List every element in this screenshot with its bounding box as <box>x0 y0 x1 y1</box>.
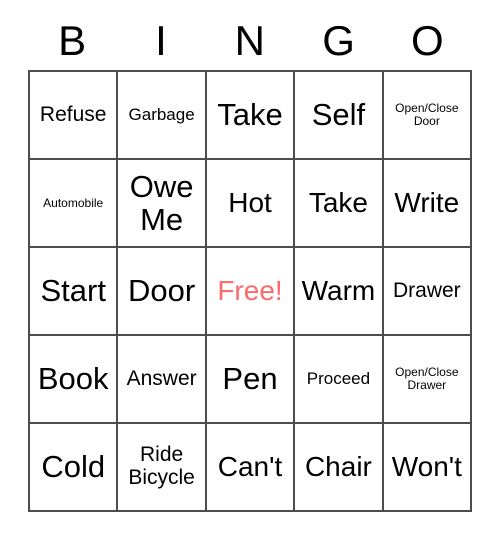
bingo-header-letter-o: O <box>411 17 445 64</box>
bingo-row: Automobile Owe Me Hot Take Write <box>30 160 473 248</box>
bingo-cell[interactable]: Won't <box>383 424 473 512</box>
bingo-grid: Refuse Garbage Take Self Open/Close Door… <box>28 70 473 512</box>
bingo-cell[interactable]: Proceed <box>295 336 384 424</box>
bingo-cell[interactable]: Start <box>30 248 119 336</box>
bingo-cell[interactable]: Cold <box>30 424 119 512</box>
bingo-row: Cold Ride Bicycle Can't Chair Won't <box>30 424 473 512</box>
bingo-cell[interactable]: Door <box>118 248 207 336</box>
bingo-cell[interactable]: Take <box>206 72 296 160</box>
bingo-cell[interactable]: Answer <box>118 336 207 424</box>
bingo-cell[interactable]: Ride Bicycle <box>118 424 207 512</box>
bingo-header-letter-i: I <box>155 17 168 64</box>
bingo-row: Start Door Free! Warm Drawer <box>30 248 473 336</box>
bingo-header-letter-b: B <box>58 17 87 64</box>
bingo-row: Refuse Garbage Take Self Open/Close Door <box>30 72 473 160</box>
bingo-cell[interactable]: Open/Close Door <box>383 72 473 160</box>
bingo-cell[interactable]: Self <box>295 72 384 160</box>
bingo-header-letter-g: G <box>322 17 356 64</box>
bingo-cell[interactable]: Warm <box>295 248 384 336</box>
bingo-cell[interactable]: Refuse <box>30 72 119 160</box>
bingo-cell[interactable]: Hot <box>206 160 296 248</box>
bingo-free-cell[interactable]: Free! <box>206 248 296 336</box>
bingo-cell[interactable]: Owe Me <box>118 160 207 248</box>
bingo-cell[interactable]: Chair <box>295 424 384 512</box>
bingo-cell[interactable]: Open/Close Drawer <box>383 336 473 424</box>
bingo-card: B I N G O Refuse Garbage Take Self Open/… <box>28 12 473 512</box>
bingo-cell[interactable]: Can't <box>206 424 296 512</box>
bingo-cell[interactable]: Garbage <box>118 72 207 160</box>
bingo-cell[interactable]: Write <box>383 160 473 248</box>
bingo-cell[interactable]: Book <box>30 336 119 424</box>
bingo-cell[interactable]: Take <box>295 160 384 248</box>
bingo-cell[interactable]: Drawer <box>383 248 473 336</box>
bingo-row: Book Answer Pen Proceed Open/Close Drawe… <box>30 336 473 424</box>
bingo-cell[interactable]: Pen <box>206 336 296 424</box>
bingo-cell[interactable]: Automobile <box>30 160 119 248</box>
bingo-header-letter-n: N <box>234 17 266 64</box>
bingo-header: B I N G O <box>28 12 472 70</box>
